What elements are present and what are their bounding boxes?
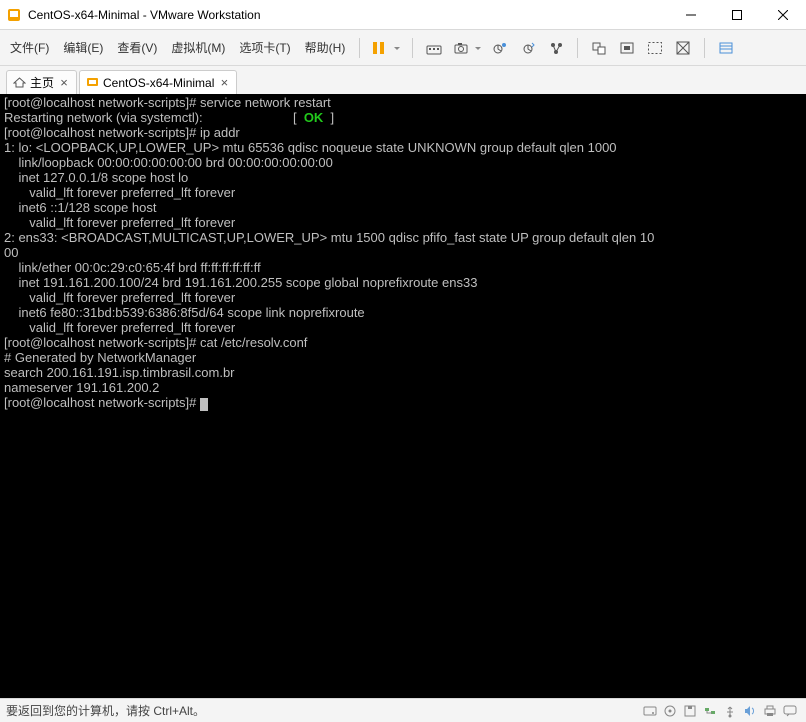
snapshot-manager-icon[interactable] bbox=[543, 35, 569, 61]
power-pause-button[interactable] bbox=[368, 35, 404, 61]
terminal-line: valid_lft forever preferred_lft forever bbox=[4, 215, 235, 230]
terminal-cmd: service network restart bbox=[200, 95, 331, 110]
snapshot-manage-button[interactable] bbox=[487, 35, 513, 61]
title-bar: CentOS-x64-Minimal - VMware Workstation bbox=[0, 0, 806, 30]
tab-home[interactable]: 主页 × bbox=[6, 70, 77, 94]
disk-icon[interactable] bbox=[641, 702, 659, 720]
printer-icon[interactable] bbox=[761, 702, 779, 720]
fit-guest-button[interactable] bbox=[586, 35, 612, 61]
maximize-button[interactable] bbox=[714, 0, 760, 30]
home-icon bbox=[13, 76, 26, 89]
terminal-line: inet 191.161.200.100/24 brd 191.161.200.… bbox=[4, 275, 477, 290]
window-title: CentOS-x64-Minimal - VMware Workstation bbox=[28, 8, 668, 22]
terminal-line: nameserver 191.161.200.2 bbox=[4, 380, 159, 395]
tab-bar: 主页 × CentOS-x64-Minimal × bbox=[0, 66, 806, 94]
terminal-line: valid_lft forever preferred_lft forever bbox=[4, 320, 235, 335]
terminal-line: # Generated by NetworkManager bbox=[4, 350, 196, 365]
usb-icon[interactable] bbox=[721, 702, 739, 720]
terminal-line: link/loopback 00:00:00:00:00:00 brd 00:0… bbox=[4, 155, 333, 170]
library-button[interactable] bbox=[713, 35, 739, 61]
menu-help[interactable]: 帮助(H) bbox=[299, 35, 352, 60]
message-icon[interactable] bbox=[781, 702, 799, 720]
terminal-pad: [ bbox=[203, 110, 304, 125]
close-button[interactable] bbox=[760, 0, 806, 30]
snapshot-button[interactable] bbox=[449, 35, 485, 61]
menu-vm[interactable]: 虚拟机(M) bbox=[165, 35, 231, 60]
tab-vm-label: CentOS-x64-Minimal bbox=[103, 76, 214, 90]
terminal-prompt: [root@localhost network-scripts]# bbox=[4, 125, 200, 140]
terminal-line: 00 bbox=[4, 245, 18, 260]
terminal-line: link/ether 00:0c:29:c0:65:4f brd ff:ff:f… bbox=[4, 260, 261, 275]
toolbar-separator bbox=[577, 38, 578, 58]
cdrom-icon[interactable] bbox=[661, 702, 679, 720]
vm-icon bbox=[86, 76, 99, 89]
status-text: 要返回到您的计算机，请按 Ctrl+Alt。 bbox=[6, 702, 205, 719]
terminal-line: 2: ens33: <BROADCAST,MULTICAST,UP,LOWER_… bbox=[4, 230, 654, 245]
terminal-cmd: cat /etc/resolv.conf bbox=[200, 335, 307, 350]
tab-home-close[interactable]: × bbox=[58, 77, 70, 89]
terminal-line: ] bbox=[323, 110, 334, 125]
terminal-line: Restarting network (via systemctl): bbox=[4, 110, 203, 125]
terminal-line: 1: lo: <LOOPBACK,UP,LOWER_UP> mtu 65536 … bbox=[4, 140, 617, 155]
terminal-prompt: [root@localhost network-scripts]# bbox=[4, 95, 200, 110]
menu-bar: 文件(F) 编辑(E) 查看(V) 虚拟机(M) 选项卡(T) 帮助(H) bbox=[0, 30, 806, 66]
network-icon[interactable] bbox=[701, 702, 719, 720]
terminal-line: valid_lft forever preferred_lft forever bbox=[4, 185, 235, 200]
terminal-cmd: ip addr bbox=[200, 125, 240, 140]
menu-file[interactable]: 文件(F) bbox=[4, 35, 55, 60]
terminal-ok: OK bbox=[304, 110, 324, 125]
tab-vm-close[interactable]: × bbox=[218, 77, 230, 89]
minimize-button[interactable] bbox=[668, 0, 714, 30]
terminal-line: inet6 ::1/128 scope host bbox=[4, 200, 157, 215]
floppy-icon[interactable] bbox=[681, 702, 699, 720]
toolbar-separator bbox=[359, 38, 360, 58]
terminal-prompt: [root@localhost network-scripts]# bbox=[4, 395, 200, 410]
toolbar-separator bbox=[412, 38, 413, 58]
send-ctrl-alt-del-button[interactable] bbox=[421, 35, 447, 61]
terminal-prompt: [root@localhost network-scripts]# bbox=[4, 335, 200, 350]
fullscreen-button[interactable] bbox=[642, 35, 668, 61]
tab-vm[interactable]: CentOS-x64-Minimal × bbox=[79, 70, 237, 94]
revert-snapshot-button[interactable] bbox=[515, 35, 541, 61]
cursor bbox=[200, 398, 208, 411]
menu-view[interactable]: 查看(V) bbox=[111, 35, 163, 60]
sound-icon[interactable] bbox=[741, 702, 759, 720]
menu-edit[interactable]: 编辑(E) bbox=[57, 35, 109, 60]
menu-tabs[interactable]: 选项卡(T) bbox=[233, 35, 296, 60]
tab-home-label: 主页 bbox=[30, 74, 54, 91]
unity-button[interactable] bbox=[670, 35, 696, 61]
terminal-line: inet6 fe80::31bd:b539:6386:8f5d/64 scope… bbox=[4, 305, 365, 320]
status-bar: 要返回到您的计算机，请按 Ctrl+Alt。 bbox=[0, 698, 806, 722]
stretch-guest-button[interactable] bbox=[614, 35, 640, 61]
terminal-viewport[interactable]: [root@localhost network-scripts]# servic… bbox=[0, 94, 806, 698]
terminal-line: inet 127.0.0.1/8 scope host lo bbox=[4, 170, 188, 185]
toolbar-separator bbox=[704, 38, 705, 58]
terminal-line: valid_lft forever preferred_lft forever bbox=[4, 290, 235, 305]
app-icon bbox=[6, 7, 22, 23]
terminal-line: search 200.161.191.isp.timbrasil.com.br bbox=[4, 365, 235, 380]
